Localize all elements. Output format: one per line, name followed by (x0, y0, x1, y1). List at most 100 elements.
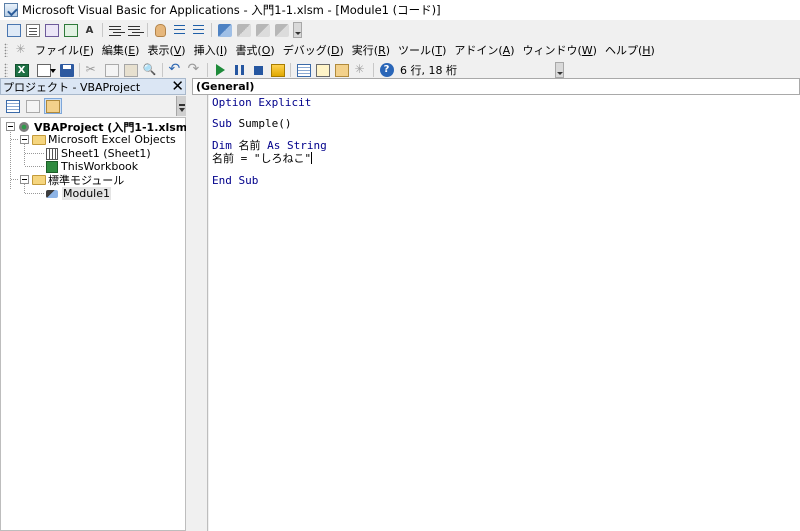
code-editor[interactable]: Option Explicit Sub Sumple() Dim 名前 As S… (209, 95, 800, 531)
project-explorer-button[interactable] (294, 62, 313, 79)
indent-icon (108, 24, 123, 37)
tree-item-vbaproject[interactable]: VBAProject (入門1-1.xlsm) (6, 120, 192, 134)
copy-button[interactable] (102, 62, 121, 79)
list-constants-button[interactable] (23, 22, 42, 39)
project-pane-title: プロジェクト - VBAProject (3, 80, 141, 94)
uncomment-block-button[interactable] (189, 22, 208, 39)
menu-grip[interactable] (4, 43, 8, 57)
run-button[interactable] (211, 62, 230, 79)
tree-item-sheet1[interactable]: Sheet1 (Sheet1) (46, 147, 151, 160)
design-mode-button[interactable] (268, 62, 287, 79)
view-object-button[interactable] (24, 98, 42, 114)
tree-line (25, 166, 45, 167)
save-icon (59, 63, 74, 77)
tree-item-label: Sheet1 (Sheet1) (61, 147, 151, 160)
quick-info-button[interactable] (42, 22, 61, 39)
indent-button[interactable] (106, 22, 125, 39)
comment-block-icon (173, 24, 187, 37)
code-line[interactable]: Dim 名前 As String (212, 139, 327, 152)
tree-item-excel-objects[interactable]: Microsoft Excel Objects (20, 133, 176, 146)
menu-format[interactable]: 書式(O) (231, 42, 278, 58)
tree-line (25, 193, 45, 194)
toolbar-overflow-button[interactable] (293, 22, 302, 38)
menu-run[interactable]: 実行(R) (348, 42, 394, 58)
folder-icon (32, 174, 46, 185)
view-code-icon (6, 99, 20, 113)
list-properties-icon (6, 23, 21, 37)
menu-insert[interactable]: 挿入(I) (190, 42, 232, 58)
tree-line (24, 144, 25, 166)
menu-edit[interactable]: 編集(E) (98, 42, 144, 58)
menu-view[interactable]: 表示(V) (143, 42, 189, 58)
find-button[interactable] (140, 62, 159, 79)
object-combo-value: (General) (196, 80, 255, 93)
object-browser-icon (334, 63, 349, 77)
find-icon (143, 63, 157, 77)
menu-window[interactable]: ウィンドウ(W) (518, 42, 600, 58)
reset-button[interactable] (249, 62, 268, 79)
object-combo[interactable]: (General) (192, 78, 800, 95)
toolbar-grip[interactable] (4, 63, 8, 77)
toolbar-separator (79, 63, 80, 77)
collapse-icon[interactable] (6, 122, 15, 131)
complete-word-button[interactable]: A (80, 22, 99, 39)
previous-bookmark-icon (255, 23, 270, 37)
comment-block-button[interactable] (170, 22, 189, 39)
menu-vba-icon[interactable] (12, 42, 31, 59)
toggle-bookmark-button[interactable] (215, 22, 234, 39)
bookmark-icon (217, 23, 232, 37)
menu-help[interactable]: ヘルプ(H) (601, 42, 659, 58)
redo-button[interactable] (185, 61, 204, 79)
clear-bookmarks-button[interactable] (272, 22, 291, 39)
close-icon[interactable]: ✕ (171, 77, 184, 95)
outdent-icon (127, 24, 142, 37)
vba-project-icon (18, 121, 31, 133)
design-mode-icon (270, 63, 285, 77)
undo-button[interactable] (166, 61, 185, 79)
toggle-folders-button[interactable] (44, 98, 62, 114)
menu-tools[interactable]: ツール(T) (394, 42, 450, 58)
break-button[interactable] (230, 62, 249, 79)
project-tree: VBAProject (入門1-1.xlsm) Microsoft Excel … (0, 117, 192, 531)
project-pane-scroll-button[interactable] (176, 96, 186, 116)
view-code-button[interactable] (4, 98, 22, 114)
menu-addins[interactable]: アドイン(A) (450, 42, 518, 58)
parameter-info-button[interactable] (61, 22, 80, 39)
tree-item-standard-modules[interactable]: 標準モジュール (20, 173, 125, 187)
menu-debug[interactable]: デバッグ(D) (279, 42, 348, 58)
collapse-icon[interactable] (20, 175, 29, 184)
toolbar-separator (147, 23, 148, 37)
collapse-icon[interactable] (20, 135, 29, 144)
code-line[interactable]: End Sub (212, 174, 258, 187)
cut-button[interactable] (83, 62, 102, 79)
insert-userform-button[interactable] (31, 62, 57, 79)
toolbar-separator (373, 63, 374, 77)
paste-button[interactable] (121, 62, 140, 79)
previous-bookmark-button[interactable] (253, 22, 272, 39)
tree-item-label: 標準モジュール (48, 173, 125, 187)
window-title: Microsoft Visual Basic for Applications … (22, 3, 441, 17)
list-properties-button[interactable] (4, 22, 23, 39)
toolbox-button[interactable] (351, 62, 370, 79)
object-browser-button[interactable] (332, 62, 351, 79)
help-button[interactable]: ? (377, 62, 396, 79)
code-margin-indicator-bar[interactable] (192, 95, 208, 531)
folder-icon (32, 134, 46, 145)
toolbar-separator (290, 63, 291, 77)
paste-icon (123, 63, 138, 77)
view-excel-button[interactable]: X (12, 62, 31, 79)
menu-file[interactable]: ファイル(F) (31, 42, 98, 58)
save-button[interactable] (57, 62, 76, 79)
next-bookmark-button[interactable] (234, 22, 253, 39)
properties-window-button[interactable] (313, 62, 332, 79)
code-line[interactable]: 名前 = "しろねこ" (212, 152, 313, 165)
project-pane-header: プロジェクト - VBAProject ✕ (0, 77, 186, 95)
code-line[interactable]: Option Explicit (212, 96, 311, 109)
copy-icon (104, 63, 119, 77)
toolbar-overflow-button[interactable] (554, 62, 564, 78)
outdent-button[interactable] (125, 22, 144, 39)
tree-item-module1[interactable]: Module1 (46, 187, 111, 200)
code-line[interactable]: Sub Sumple() (212, 117, 291, 130)
toggle-breakpoint-button[interactable] (151, 22, 170, 39)
properties-window-icon (315, 63, 330, 77)
